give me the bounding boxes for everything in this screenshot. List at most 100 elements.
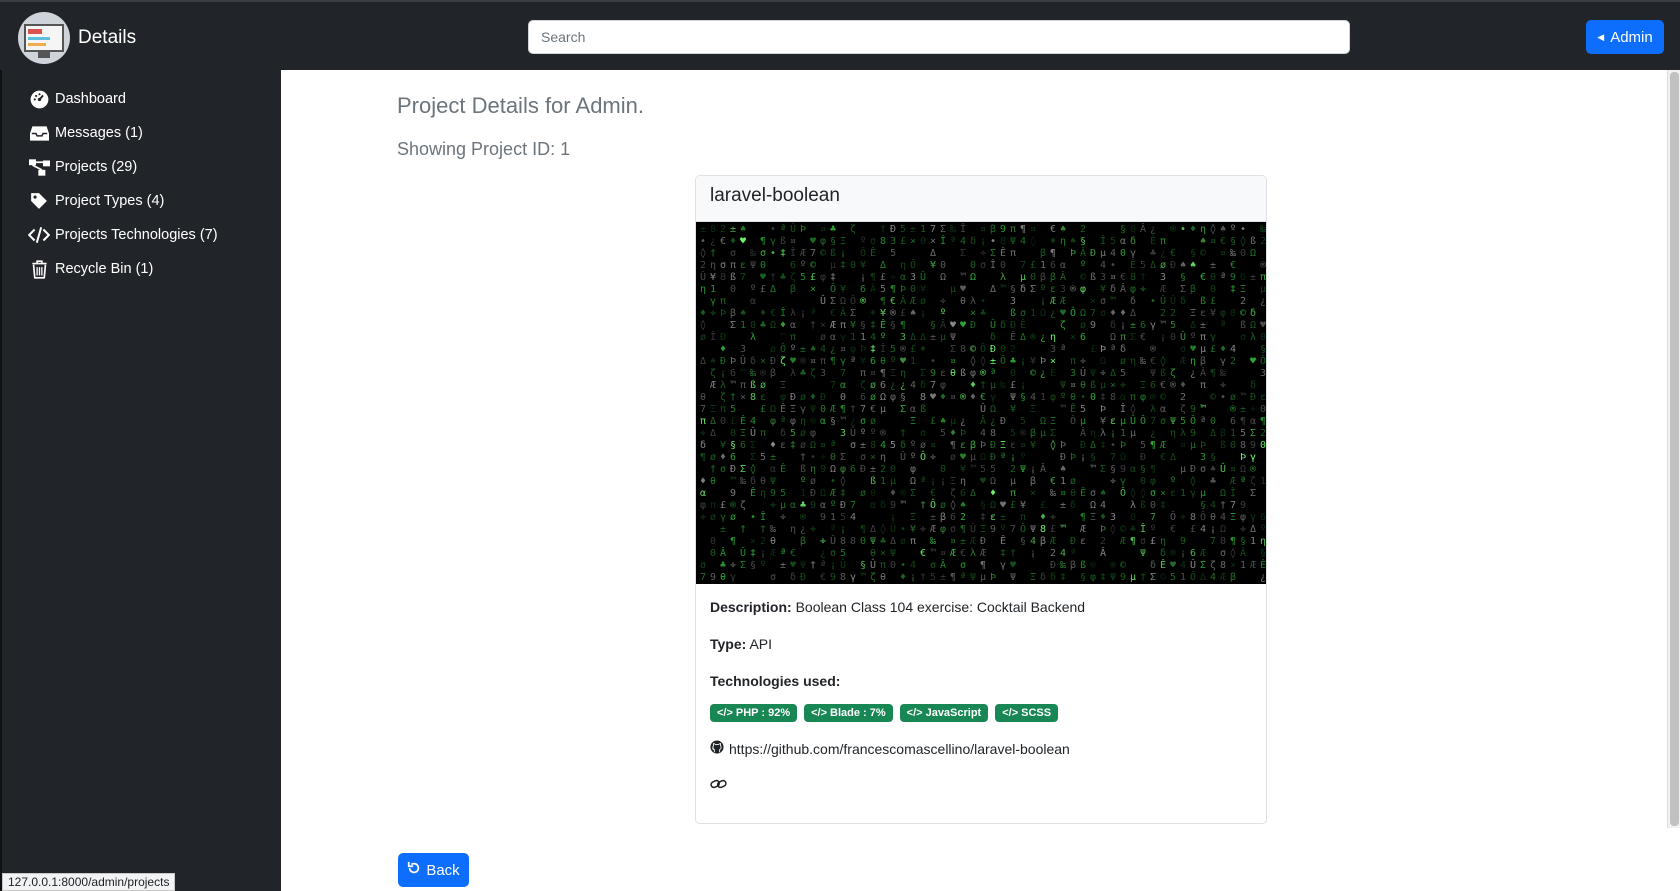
svg-text:¤: ¤ xyxy=(810,356,816,367)
svg-text:6: 6 xyxy=(1240,272,1246,283)
svg-text:Ð: Ð xyxy=(1060,452,1066,463)
svg-text:Ψ: Ψ xyxy=(750,260,756,271)
svg-text:Δ: Δ xyxy=(970,488,976,499)
svg-text:¿: ¿ xyxy=(710,236,716,247)
svg-text:9: 9 xyxy=(890,500,896,511)
svg-text:Ô: Ô xyxy=(1020,522,1026,535)
svg-text:Ψ: Ψ xyxy=(1030,524,1036,535)
svg-text:π: π xyxy=(700,416,706,427)
svg-text:®: ® xyxy=(1090,560,1097,571)
svg-text:5: 5 xyxy=(1170,320,1176,331)
svg-text:β: β xyxy=(1220,428,1226,439)
svg-text:£: £ xyxy=(720,500,726,511)
svg-text:Â: Â xyxy=(1040,462,1046,475)
svg-text:‰: ‰ xyxy=(1260,224,1266,235)
svg-text:♦: ♦ xyxy=(1100,512,1106,523)
svg-text:×: × xyxy=(810,284,816,295)
svg-text:9: 9 xyxy=(1090,320,1096,331)
sidebar-item-project-types[interactable]: Project Types (4) xyxy=(28,190,164,212)
svg-text:†: † xyxy=(810,560,816,571)
admin-dropdown-button[interactable]: ◀ Admin xyxy=(1586,20,1664,54)
svg-text:¤: ¤ xyxy=(1030,224,1036,235)
scrollbar-thumb[interactable] xyxy=(1670,72,1679,826)
svg-text:Ð: Ð xyxy=(1000,416,1006,427)
sidebar-item-projects[interactable]: Projects (29) xyxy=(28,156,137,178)
svg-text:σ: σ xyxy=(730,248,736,259)
svg-text:§: § xyxy=(1180,272,1186,283)
github-link[interactable]: https://github.com/francescomascellino/l… xyxy=(729,741,1070,757)
svg-text:β: β xyxy=(1030,476,1036,487)
svg-text:σ: σ xyxy=(720,260,726,271)
svg-text:‡: ‡ xyxy=(870,344,876,355)
svg-text:η: η xyxy=(1090,428,1096,439)
svg-text:φ: φ xyxy=(940,380,946,391)
link-icon[interactable] xyxy=(710,777,1252,794)
svg-text:ø: ø xyxy=(870,380,876,391)
brand[interactable]: Details xyxy=(18,12,136,64)
svg-text:Ð: Ð xyxy=(1250,392,1256,403)
svg-text:ß: ß xyxy=(1250,236,1256,247)
svg-text:α: α xyxy=(750,296,756,307)
svg-text:¶: ¶ xyxy=(1240,416,1246,427)
svg-text:±: ± xyxy=(1130,320,1136,331)
svg-text:5: 5 xyxy=(840,512,846,523)
back-button[interactable]: Back xyxy=(398,853,469,887)
search-input[interactable] xyxy=(528,20,1350,54)
svg-text:•: • xyxy=(770,224,776,235)
svg-text:Û: Û xyxy=(820,294,826,307)
svg-text:Î: Î xyxy=(880,342,886,355)
svg-text:6: 6 xyxy=(790,260,796,271)
svg-text:ª: ª xyxy=(830,440,836,451)
svg-text:1: 1 xyxy=(800,488,806,499)
svg-text:Ξ: Ξ xyxy=(790,404,796,415)
type-row: Type: API xyxy=(710,635,1252,653)
svg-text:¿: ¿ xyxy=(1040,332,1046,343)
svg-text:¤: ¤ xyxy=(1230,464,1236,475)
top-navbar: Details ◀ Admin xyxy=(0,0,1680,70)
svg-text:©: © xyxy=(1120,524,1127,535)
svg-text:€: € xyxy=(1140,332,1146,343)
svg-text:µ: µ xyxy=(990,380,996,391)
sidebar-item-messages[interactable]: Messages (1) xyxy=(28,122,143,144)
svg-text:4: 4 xyxy=(1210,572,1216,583)
svg-text:§: § xyxy=(1190,248,1196,259)
svg-text:π: π xyxy=(1120,332,1126,343)
svg-text:δ: δ xyxy=(1180,296,1186,307)
svg-text:Ð: Ð xyxy=(1170,260,1176,271)
svg-text:Δ: Δ xyxy=(1020,332,1026,343)
svg-text:µ: µ xyxy=(1190,440,1196,451)
svg-text:1: 1 xyxy=(880,476,886,487)
svg-text:Û: Û xyxy=(1220,462,1226,475)
svg-text:3: 3 xyxy=(1260,368,1266,379)
svg-text:£: £ xyxy=(1090,344,1096,355)
svg-text:δ: δ xyxy=(750,476,756,487)
svg-text:0: 0 xyxy=(1170,332,1176,343)
svg-text:§: § xyxy=(730,440,736,451)
svg-text:θ: θ xyxy=(770,536,776,547)
svg-text:µ: µ xyxy=(1040,428,1046,439)
svg-text:‰: ‰ xyxy=(750,248,757,259)
svg-text:¡: ¡ xyxy=(910,572,916,583)
svg-text:σ: σ xyxy=(1180,344,1186,355)
svg-text:¡: ¡ xyxy=(890,512,896,523)
svg-text:×: × xyxy=(870,452,876,463)
svg-text:Â: Â xyxy=(1100,546,1106,559)
svg-text:♣: ♣ xyxy=(780,272,786,283)
svg-text:¿: ¿ xyxy=(1260,572,1266,583)
svg-text:£: £ xyxy=(730,416,736,427)
svg-text:γ: γ xyxy=(990,392,996,403)
svg-text:Δ: Δ xyxy=(990,284,996,295)
svg-text:σ: σ xyxy=(950,524,956,535)
svg-text:ζ: ζ xyxy=(710,368,716,379)
sidebar-item-dashboard[interactable]: Dashboard xyxy=(28,88,126,110)
svg-text:Û: Û xyxy=(870,558,876,571)
vertical-scrollbar[interactable] xyxy=(1667,70,1680,828)
sidebar-item-recycle-bin[interactable]: Recycle Bin (1) xyxy=(28,258,153,280)
svg-text:4: 4 xyxy=(1030,536,1036,547)
svg-text:¶: ¶ xyxy=(950,440,956,451)
svg-text:©: © xyxy=(820,248,827,259)
sidebar-item-projects-technologies[interactable]: Projects Technologies (7) xyxy=(28,224,218,246)
svg-text:÷: ÷ xyxy=(780,512,786,523)
svg-text:Ω: Ω xyxy=(1100,356,1106,367)
svg-text:‡: ‡ xyxy=(1160,500,1166,511)
